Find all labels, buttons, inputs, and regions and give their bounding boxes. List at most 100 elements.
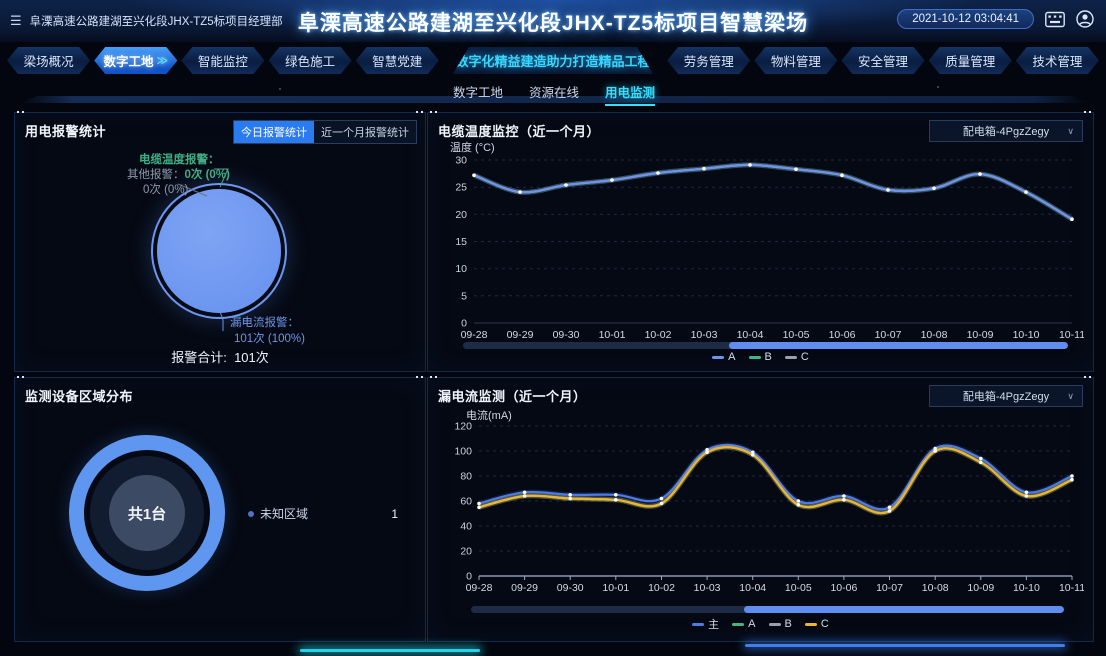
panel-leakage-current: 漏电流监测（近一个月） 配电箱-4PgzZegy ∨ 电流(mA) 020406… bbox=[427, 377, 1094, 642]
legend-item[interactable]: C bbox=[805, 616, 829, 632]
svg-text:10-02: 10-02 bbox=[648, 582, 675, 594]
nav-tab[interactable]: 技术管理 bbox=[1016, 47, 1099, 74]
filter-month-button[interactable]: 近一个月报警统计 bbox=[314, 121, 416, 143]
panel-title: 用电报警统计 bbox=[25, 121, 106, 140]
project-department-title: 阜溧高速公路建湖至兴化段JHX-TZ5标项目经理部 bbox=[30, 13, 283, 29]
temperature-line-chart[interactable]: 05101520253009-2809-2909-3010-0110-0210-… bbox=[436, 155, 1084, 351]
temp-chart-legend: A B C bbox=[428, 351, 1093, 363]
temp-y-axis-label: 温度 (°C) bbox=[450, 139, 495, 155]
svg-text:10-04: 10-04 bbox=[739, 582, 766, 594]
svg-text:10-04: 10-04 bbox=[737, 329, 764, 341]
svg-text:10-05: 10-05 bbox=[785, 582, 812, 594]
main-navigation: 梁场概况数字工地≫智能监控绿色施工智慧党建 数字化精益建造助力打造精品工程 劳务… bbox=[7, 47, 1099, 74]
callout-cable-temp-value: 0次 (0%) bbox=[185, 169, 230, 181]
nav-tab[interactable]: 安全管理 bbox=[841, 47, 924, 74]
legend-item[interactable]: 主 bbox=[692, 616, 719, 632]
alarm-total: 报警合计: 101次 bbox=[15, 347, 425, 366]
nav-tab[interactable]: 绿色施工 bbox=[269, 47, 352, 74]
svg-text:10-10: 10-10 bbox=[1013, 329, 1040, 341]
device-legend-row[interactable]: 未知区域 1 bbox=[248, 505, 398, 522]
svg-text:10-01: 10-01 bbox=[602, 582, 629, 594]
svg-text:09-29: 09-29 bbox=[511, 582, 538, 594]
leakage-zoom-slider-fill[interactable] bbox=[744, 606, 1064, 613]
svg-text:60: 60 bbox=[460, 496, 472, 508]
svg-text:10-05: 10-05 bbox=[783, 329, 810, 341]
panel-power-alarm-statistics: 用电报警统计 今日报警统计 近一个月报警统计 电缆温度报警： 其他报警：0次 (… bbox=[14, 112, 426, 372]
svg-text:09-29: 09-29 bbox=[507, 329, 534, 341]
nav-tab[interactable]: 智能监控 bbox=[181, 47, 264, 74]
temp-zoom-slider-fill[interactable] bbox=[729, 342, 1068, 349]
keyboard-icon[interactable] bbox=[1045, 11, 1065, 28]
device-legend-label: 未知区域 bbox=[260, 505, 308, 522]
subnav-item[interactable]: 数字工地 bbox=[453, 82, 503, 106]
leakage-zoom-slider[interactable] bbox=[471, 606, 1064, 613]
svg-text:09-28: 09-28 bbox=[466, 582, 493, 594]
svg-text:0: 0 bbox=[466, 571, 472, 583]
svg-text:10-02: 10-02 bbox=[645, 329, 672, 341]
device-donut-chart[interactable]: 共1台 bbox=[69, 435, 225, 591]
alarm-total-value: 101次 bbox=[234, 350, 269, 365]
alarm-total-label: 报警合计: bbox=[171, 350, 227, 365]
svg-text:10-06: 10-06 bbox=[829, 329, 856, 341]
legend-item[interactable]: A bbox=[712, 351, 735, 363]
svg-text:10-09: 10-09 bbox=[967, 582, 994, 594]
alarm-filter-switch: 今日报警统计 近一个月报警统计 bbox=[233, 120, 417, 144]
nav-tab[interactable]: 梁场概况 bbox=[7, 47, 90, 74]
legend-swatch bbox=[732, 623, 744, 626]
legend-dot bbox=[248, 511, 254, 517]
temp-box-selector[interactable]: 配电箱-4PgzZegy ∨ bbox=[929, 120, 1083, 142]
subnav-item[interactable]: 资源在线 bbox=[529, 82, 579, 106]
alarm-pie-chart[interactable] bbox=[157, 189, 281, 313]
svg-text:10-03: 10-03 bbox=[691, 329, 718, 341]
sub-navigation: 数字工地 资源在线 用电监测 bbox=[453, 82, 655, 106]
filter-today-button[interactable]: 今日报警统计 bbox=[234, 121, 314, 143]
hamburger-menu-icon[interactable]: ☰ bbox=[10, 13, 22, 29]
legend-swatch bbox=[769, 623, 781, 626]
legend-item[interactable]: B bbox=[749, 351, 772, 363]
callout-cable-temp-label: 电缆温度报警： bbox=[139, 151, 220, 167]
svg-text:10: 10 bbox=[455, 263, 467, 275]
nav-tab[interactable]: 数字工地≫ bbox=[94, 47, 177, 74]
leakage-line-chart[interactable]: 02040608010012009-2809-2909-3010-0110-02… bbox=[436, 422, 1084, 614]
top-header-bar: ☰ 阜溧高速公路建湖至兴化段JHX-TZ5标项目经理部 阜溧高速公路建湖至兴化段… bbox=[0, 0, 1106, 42]
legend-item[interactable]: B bbox=[769, 616, 792, 632]
legend-swatch bbox=[712, 356, 724, 359]
datetime-display: 2021-10-12 03:04:41 bbox=[897, 9, 1034, 29]
legend-item[interactable]: C bbox=[785, 351, 809, 363]
nav-tab[interactable]: 智慧党建 bbox=[356, 47, 439, 74]
leakage-chart-legend: 主ABC bbox=[428, 616, 1093, 632]
panel-title: 电缆温度监控（近一个月） bbox=[438, 121, 600, 140]
svg-text:10-07: 10-07 bbox=[876, 582, 903, 594]
svg-text:120: 120 bbox=[454, 422, 472, 433]
svg-text:15: 15 bbox=[455, 236, 467, 248]
panel-title: 监测设备区域分布 bbox=[25, 386, 133, 405]
temp-box-selector-value: 配电箱-4PgzZegy bbox=[963, 123, 1049, 139]
slogan-banner: 数字化精益建造助力打造精品工程 bbox=[443, 47, 663, 74]
svg-text:10-07: 10-07 bbox=[875, 329, 902, 341]
nav-tab[interactable]: 物料管理 bbox=[754, 47, 837, 74]
bottom-glow-accent-blue bbox=[745, 644, 1065, 647]
leakage-box-selector[interactable]: 配电箱-4PgzZegy ∨ bbox=[929, 385, 1083, 407]
svg-text:09-28: 09-28 bbox=[461, 329, 488, 341]
user-profile-icon[interactable] bbox=[1076, 10, 1094, 28]
callout-leakage-value: 101次 (100%) bbox=[234, 330, 305, 346]
callout-leakage-label: 漏电流报警： bbox=[230, 314, 299, 330]
svg-text:10-10: 10-10 bbox=[1013, 582, 1040, 594]
subnav-item[interactable]: 用电监测 bbox=[605, 82, 655, 106]
leakage-y-axis-label: 电流(mA) bbox=[466, 407, 512, 423]
legend-swatch bbox=[805, 623, 817, 626]
svg-text:10-03: 10-03 bbox=[694, 582, 721, 594]
svg-text:20: 20 bbox=[460, 546, 472, 558]
svg-text:10-11: 10-11 bbox=[1059, 582, 1084, 594]
svg-text:100: 100 bbox=[454, 446, 472, 458]
panel-cable-temperature: 电缆温度监控（近一个月） 配电箱-4PgzZegy ∨ 温度 (°C) 0510… bbox=[427, 112, 1094, 372]
svg-text:10-01: 10-01 bbox=[599, 329, 626, 341]
callout-other-label: 其他报警： bbox=[127, 169, 185, 181]
nav-tab[interactable]: 质量管理 bbox=[929, 47, 1012, 74]
nav-tab[interactable]: 劳务管理 bbox=[667, 47, 750, 74]
svg-text:10-08: 10-08 bbox=[922, 582, 949, 594]
panel-title: 漏电流监测（近一个月） bbox=[438, 386, 587, 405]
legend-item[interactable]: A bbox=[732, 616, 755, 632]
donut-center-text: 共1台 bbox=[109, 475, 185, 551]
temp-zoom-slider[interactable] bbox=[463, 342, 1068, 349]
